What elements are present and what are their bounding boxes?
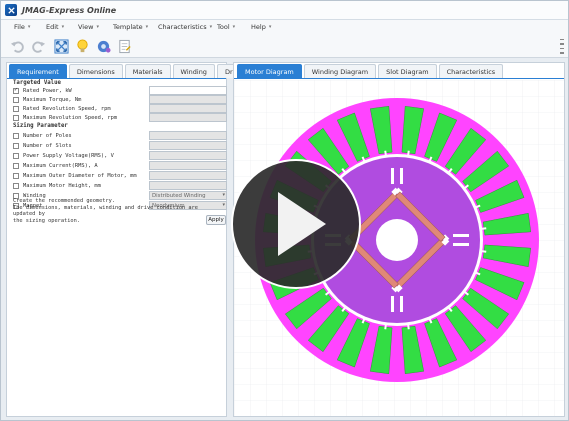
left-tab-bar: Requirement Dimensions Materials Winding… <box>9 64 252 79</box>
chevron-down-icon: ▾ <box>96 24 99 30</box>
tab-winding-diagram[interactable]: Winding Diagram <box>303 64 377 78</box>
title-bar: JMAG-Express Online <box>1 1 568 20</box>
flux-barrier <box>400 296 403 312</box>
number-of-slots-field[interactable] <box>149 141 227 150</box>
tab-dimensions[interactable]: Dimensions <box>68 64 123 78</box>
tab-underline <box>7 78 226 79</box>
row-maximum-revolution-speed: Maximum Revolution Speed, rpm <box>13 113 227 122</box>
redo-icon[interactable] <box>30 38 46 54</box>
number-of-poles-field[interactable] <box>149 131 227 140</box>
chevron-down-icon: ▾ <box>145 24 149 30</box>
number-of-slots-checkbox[interactable] <box>13 142 19 149</box>
rated-power-label: Rated Power, kW <box>23 87 72 94</box>
menu-edit[interactable]: Edit ▾ <box>46 23 64 31</box>
chevron-down-icon: ▾ <box>209 24 213 30</box>
app-title: JMAG-Express Online <box>22 5 117 15</box>
undo-icon[interactable] <box>9 38 25 54</box>
row-rated-power: ✓ Rated Power, kW <box>13 86 227 95</box>
shaft-hole <box>376 219 418 261</box>
menu-tool[interactable]: Tool ▾ <box>217 23 235 31</box>
maximum-torque-label: Maximum Torque, Nm <box>23 96 82 103</box>
maximum-torque-checkbox[interactable] <box>13 96 19 103</box>
tab-motor-diagram[interactable]: Motor Diagram <box>237 64 302 78</box>
number-of-slots-label: Number of Slots <box>23 142 72 149</box>
chevron-down-icon: ▾ <box>232 24 236 30</box>
flux-barrier <box>391 168 394 184</box>
sizing-note: Create the recommended geometry. The dim… <box>13 198 223 224</box>
menu-template[interactable]: Template ▾ <box>113 23 148 31</box>
requirement-panel: Requirement Dimensions Materials Winding… <box>6 62 251 417</box>
row-maximum-outer-diameter: Maximum Outer Diameter of Motor, mm <box>13 171 227 180</box>
fit-view-icon[interactable] <box>53 38 69 54</box>
tab-winding[interactable]: Winding <box>172 64 215 78</box>
flux-barrier <box>453 243 469 246</box>
rated-revolution-speed-label: Rated Revolution Speed, rpm <box>23 105 111 112</box>
maximum-motor-height-checkbox[interactable] <box>13 182 19 189</box>
tab-characteristics[interactable]: Characteristics <box>438 64 504 78</box>
maximum-revolution-speed-field[interactable] <box>149 113 227 122</box>
power-supply-voltage-checkbox[interactable] <box>13 152 19 159</box>
rated-power-field[interactable] <box>149 86 227 95</box>
maximum-outer-diameter-field[interactable] <box>149 171 227 180</box>
chevron-down-icon: ▾ <box>61 24 65 30</box>
maximum-current-checkbox[interactable] <box>13 162 19 169</box>
menu-view[interactable]: View ▾ <box>78 23 99 31</box>
number-of-poles-checkbox[interactable] <box>13 132 19 139</box>
maximum-torque-field[interactable] <box>149 95 227 104</box>
menu-characteristics[interactable]: Characteristics ▾ <box>158 23 212 31</box>
maximum-revolution-speed-checkbox[interactable] <box>13 114 19 121</box>
lightbulb-icon[interactable] <box>74 38 90 54</box>
menu-help[interactable]: Help ▾ <box>251 23 271 31</box>
power-supply-voltage-label: Power Supply Voltage(RMS), V <box>23 152 114 159</box>
toolbar <box>1 34 568 58</box>
tab-slot-diagram[interactable]: Slot Diagram <box>378 64 437 78</box>
maximum-outer-diameter-checkbox[interactable] <box>13 172 19 179</box>
tab-requirement[interactable]: Requirement <box>9 64 67 78</box>
maximum-current-field[interactable] <box>149 161 227 170</box>
row-maximum-current: Maximum Current(RMS), A <box>13 161 227 170</box>
rated-revolution-speed-checkbox[interactable] <box>13 105 19 112</box>
row-rated-revolution-speed: Rated Revolution Speed, rpm <box>13 104 227 113</box>
app-window: JMAG-Express Online File ▾ Edit ▾ View ▾ Te… <box>0 0 569 421</box>
flux-barrier <box>400 168 403 184</box>
tab-underline <box>234 78 564 79</box>
maximum-revolution-speed-label: Maximum Revolution Speed, rpm <box>23 114 118 121</box>
chevron-down-icon: ▾ <box>27 24 31 30</box>
row-number-of-slots: Number of Slots <box>13 141 227 150</box>
row-maximum-torque: Maximum Torque, Nm <box>13 95 227 104</box>
row-maximum-motor-height: Maximum Motor Height, mm <box>13 181 227 190</box>
report-icon[interactable] <box>116 38 132 54</box>
section-title-sizing-parameter: Sizing Parameter <box>13 123 68 129</box>
row-number-of-poles: Number of Poles <box>13 131 227 140</box>
apply-button[interactable]: Apply <box>206 215 226 225</box>
app-logo-icon <box>5 4 17 16</box>
maximum-outer-diameter-label: Maximum Outer Diameter of Motor, mm <box>23 172 137 179</box>
sizing-note-line2: The dimensions, materials, winding and d… <box>13 204 198 218</box>
flux-barrier <box>453 234 469 237</box>
menu-bar: File ▾ Edit ▾ View ▾ Template ▾ Characterist… <box>1 20 568 34</box>
play-icon[interactable] <box>228 156 364 292</box>
row-power-supply-voltage: Power Supply Voltage(RMS), V <box>13 151 227 160</box>
maximum-motor-height-field[interactable] <box>149 181 227 190</box>
flux-barrier <box>391 296 394 312</box>
chevron-down-icon: ▾ <box>268 24 272 30</box>
maximum-motor-height-label: Maximum Motor Height, mm <box>23 182 101 189</box>
rated-revolution-speed-field[interactable] <box>149 104 227 113</box>
power-supply-voltage-field[interactable] <box>149 151 227 160</box>
right-tab-bar: Motor Diagram Winding Diagram Slot Diagr… <box>237 64 505 79</box>
maximum-current-label: Maximum Current(RMS), A <box>23 162 98 169</box>
rated-power-checkbox[interactable]: ✓ <box>13 87 19 94</box>
menu-file[interactable]: File ▾ <box>14 23 30 31</box>
toolbar-scroll-grip[interactable] <box>559 37 564 55</box>
tab-materials[interactable]: Materials <box>124 64 171 78</box>
number-of-poles-label: Number of Poles <box>23 132 72 139</box>
settings-icon[interactable] <box>95 38 111 54</box>
sizing-note-line3: the sizing operation. <box>13 217 80 224</box>
